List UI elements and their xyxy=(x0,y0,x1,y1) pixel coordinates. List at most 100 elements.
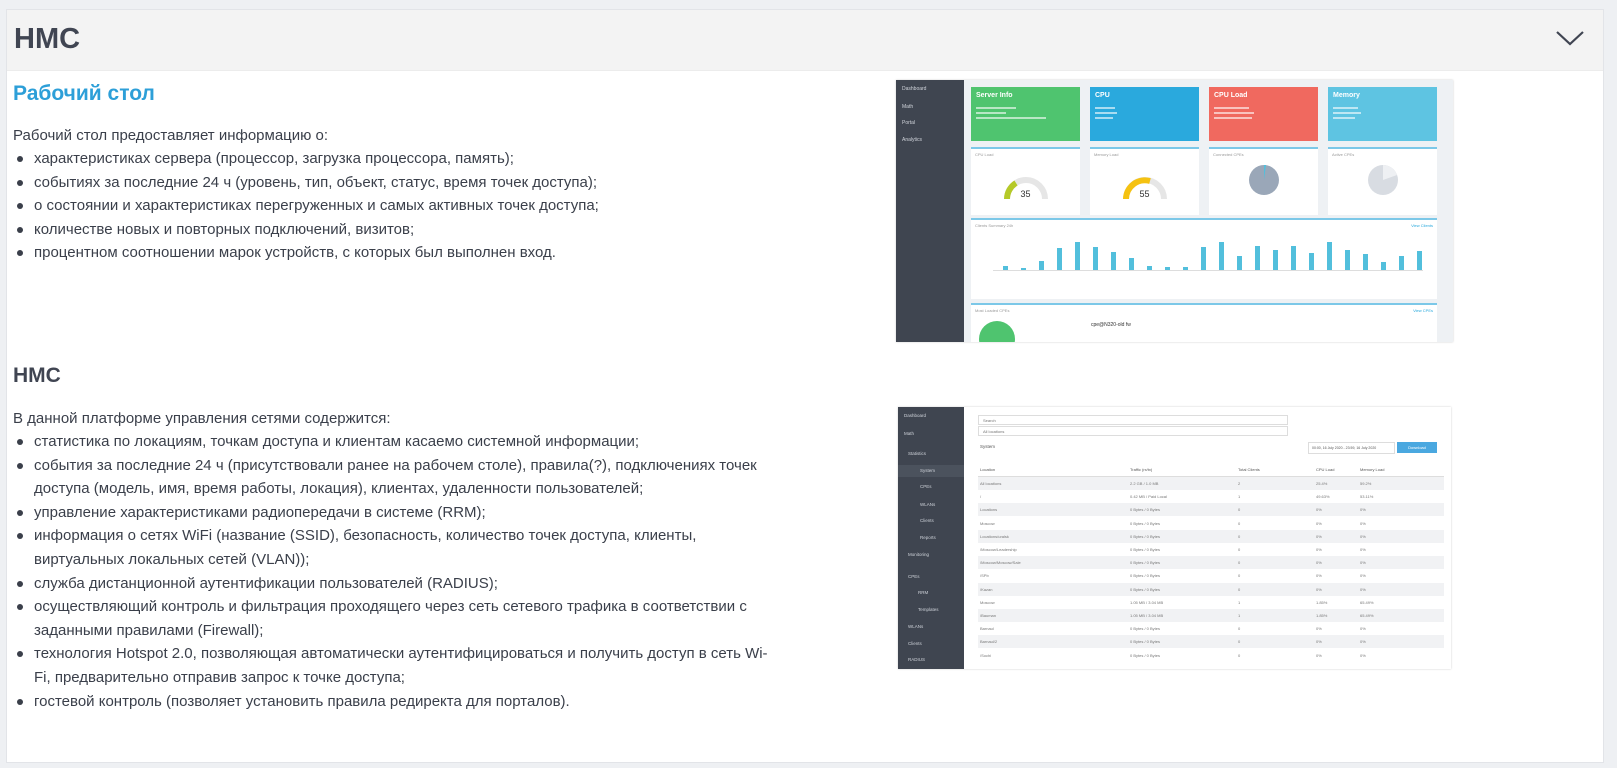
table-row[interactable]: /Sochi 0 Bytes / 0 Bytes 0 0% 0% xyxy=(978,649,1444,662)
tile-server-info: Server Info xyxy=(971,87,1080,141)
table-row[interactable]: Barnaul 0 Bytes / 0 Bytes 0 0% 0% xyxy=(978,622,1444,635)
table-cell: 0 Bytes / 0 Bytes xyxy=(1130,560,1161,566)
table-cell: 0 Bytes / 0 Bytes xyxy=(1130,652,1161,658)
table-cell: 0% xyxy=(1316,639,1322,645)
table-cell: 0% xyxy=(1360,533,1366,539)
table-cell: 2.2 GB / 1.0 MB xyxy=(1130,481,1159,486)
nav-item: Clients xyxy=(920,518,934,523)
table-cell: /Moscow/Leadership xyxy=(980,547,1017,552)
table-cell: 0% xyxy=(1360,520,1366,526)
table-cell: 0% xyxy=(1360,507,1366,513)
table-cell: 0% xyxy=(1316,560,1322,566)
nav-item: Dashboard xyxy=(904,413,927,418)
nav-item: Analytics xyxy=(902,137,923,143)
table-cell: 0% xyxy=(1360,547,1366,552)
nav-item: Portal xyxy=(902,120,916,126)
nav-item: Reports xyxy=(920,535,936,540)
table-row[interactable]: All locations 2.2 GB / 1.0 MB 2 25.4% 59.2% xyxy=(978,477,1444,490)
pie-chart-icon xyxy=(1249,164,1279,195)
table-cell: /Bauman xyxy=(980,613,997,618)
table-cell: 0% xyxy=(1316,626,1322,632)
nav-item: Monitoring xyxy=(908,552,930,557)
panel-title: Clients Summary 24h xyxy=(975,223,1014,228)
column-header: Total Clients xyxy=(1238,467,1260,472)
table-cell: 0 Bytes / 0 Bytes xyxy=(1130,573,1161,579)
panel-title: Memory Load xyxy=(1094,152,1119,157)
table-cell: Locations xyxy=(980,507,998,513)
view-clients-link[interactable]: View Clients xyxy=(1411,223,1433,228)
table-row[interactable]: / 0.42 MB / Paid Local 1 49.63% 53.11% xyxy=(978,490,1444,503)
date-range-input[interactable]: 00:00, 16 July 2020 - 23:59, 16 July 202… xyxy=(1308,442,1395,454)
tile-title: Memory xyxy=(1333,92,1360,99)
table-cell: 0% xyxy=(1360,586,1366,592)
pie-chart-icon xyxy=(1368,165,1398,195)
table-cell: 1 xyxy=(1238,599,1241,605)
nav-item: RADIUS xyxy=(908,657,926,662)
table-row[interactable]: Locations/uralsk 0 Bytes / 0 Bytes 0 0% 0% xyxy=(978,529,1444,543)
table-cell: 65.49% xyxy=(1360,599,1374,605)
section-label: System xyxy=(980,444,996,449)
table-row[interactable]: Barnaul/2 0 Bytes / 0 Bytes 0 0% 0% xyxy=(978,635,1444,649)
tile-title: CPU xyxy=(1095,92,1110,99)
table-cell: 0% xyxy=(1316,533,1322,539)
column-header: Location xyxy=(980,467,996,472)
table-cell: 0% xyxy=(1316,507,1322,513)
table-cell: 0% xyxy=(1360,626,1366,632)
table-cell: /Sochi xyxy=(980,652,992,658)
panel-title: Most Loaded CPEs xyxy=(975,308,1010,313)
table-cell: 0 xyxy=(1238,586,1241,592)
clients-bar-chart xyxy=(993,232,1423,271)
tile-memory: Memory xyxy=(1328,87,1437,141)
table-cell: 0% xyxy=(1360,639,1366,645)
nav-item: Dashboard xyxy=(902,86,927,92)
table-cell: / xyxy=(980,494,982,500)
column-header: Traffic (rx/tx) xyxy=(1130,467,1153,472)
download-button[interactable]: Download xyxy=(1397,442,1437,453)
cpu-load-panel: CPU Load 35 xyxy=(971,147,1080,215)
nav-item: CPEs xyxy=(908,574,920,579)
table-cell: 0 xyxy=(1238,626,1241,632)
desktop-heading: Рабочий стол xyxy=(13,82,155,105)
list-item: служба дистанционной аутентификации поль… xyxy=(13,572,783,596)
list-item: гостевой контроль (позволяет установить … xyxy=(13,690,783,714)
table-cell: 0 xyxy=(1238,533,1241,539)
card-title: HMC xyxy=(14,23,81,55)
table-cell: 0% xyxy=(1316,547,1322,552)
connected-cpes-panel: Connected CPEs xyxy=(1209,147,1318,215)
table-row[interactable]: /Moscow/Moscow/Sale 0 Bytes / 0 Bytes 0 0% 0… xyxy=(978,556,1444,570)
table-row[interactable]: Locations 0 Bytes / 0 Bytes 0 0% 0% xyxy=(978,503,1444,517)
table-cell: 1.85% xyxy=(1316,613,1328,618)
table-cell: 0 xyxy=(1238,547,1241,552)
table-cell: 0 xyxy=(1238,573,1241,579)
table-row[interactable]: /Kazan 0 Bytes / 0 Bytes 0 0% 0% xyxy=(978,582,1444,596)
list-item: управление характеристиками радиопередач… xyxy=(13,501,783,525)
nav-item: Templates xyxy=(918,607,939,612)
table-cell: /Moscow/Moscow/Sale xyxy=(980,560,1021,566)
table-row[interactable]: /Bauman 1.05 MB / 3.04 MB 1 1.85% 65.49% xyxy=(978,609,1444,622)
chevron-down-icon[interactable] xyxy=(1555,28,1585,48)
list-item: о состоянии и характеристиках перегружен… xyxy=(13,194,783,218)
search-input[interactable] xyxy=(978,415,1288,425)
table-cell: 0% xyxy=(1316,573,1322,579)
memory-load-panel: Memory Load 55 xyxy=(1090,147,1199,215)
card-header[interactable]: HMC xyxy=(7,10,1603,71)
list-item: характеристиках сервера (процессор, загр… xyxy=(13,147,783,171)
table-cell: 0 xyxy=(1238,520,1241,526)
nav-item: System xyxy=(920,468,936,473)
table-cell: Moscow xyxy=(980,599,995,605)
table-cell: Locations/uralsk xyxy=(980,533,1009,539)
table-cell: 0 xyxy=(1238,560,1241,566)
nav-item: WLANs xyxy=(920,502,936,507)
cpe-name: cpe@N320-old fw xyxy=(1091,322,1131,328)
table-row[interactable]: /SPb 0 Bytes / 0 Bytes 0 0% 0% xyxy=(978,569,1444,582)
table-cell: 65.49% xyxy=(1360,613,1374,618)
table-row[interactable]: Moscow 0 Bytes / 0 Bytes 0 0% 0% xyxy=(978,517,1444,530)
panel-title: Connected CPEs xyxy=(1213,152,1244,157)
table-cell: 0 Bytes / 0 Bytes xyxy=(1130,520,1161,526)
view-cpes-link[interactable]: View CPEs xyxy=(1413,308,1433,313)
table-row[interactable]: /Moscow/Leadership 0 Bytes / 0 Bytes 0 0% 0% xyxy=(978,543,1444,556)
table-cell: 0 Bytes / 0 Bytes xyxy=(1130,547,1161,552)
table-row[interactable]: Moscow 1.05 MB / 3.04 MB 1 1.85% 65.49% xyxy=(978,596,1444,609)
location-select[interactable] xyxy=(978,426,1288,436)
gauge-value: 55 xyxy=(1139,189,1150,199)
